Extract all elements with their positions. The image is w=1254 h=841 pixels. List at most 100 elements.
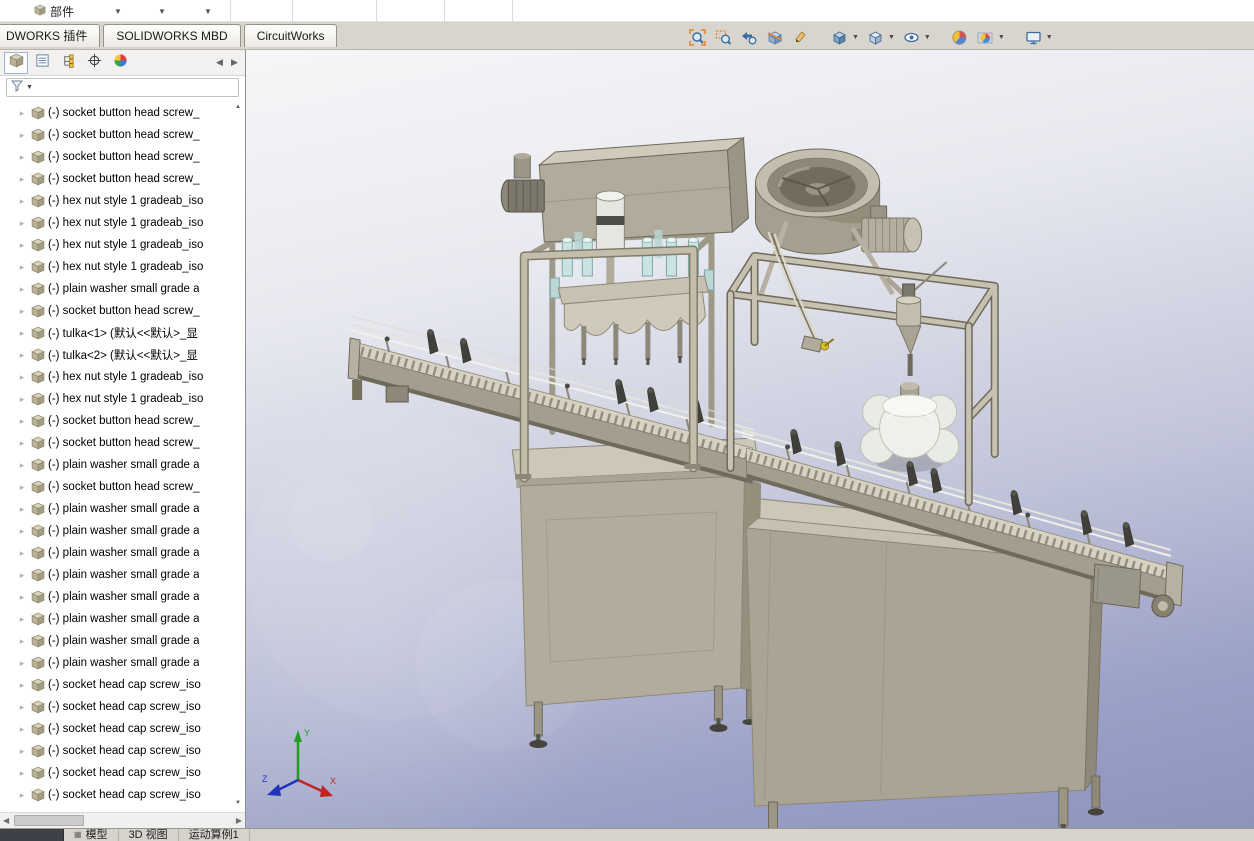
expand-arrow-icon[interactable]: ▸ <box>16 373 28 382</box>
view-settings-caret-icon[interactable]: ▼ <box>1046 34 1053 41</box>
tree-item[interactable]: ▸ (-) plain washer small grade a <box>0 608 245 630</box>
expand-arrow-icon[interactable]: ▸ <box>16 197 28 206</box>
machine-model[interactable] <box>246 50 1254 828</box>
ribbon-tab-solidworks-mbd[interactable]: SOLIDWORKS MBD <box>103 24 240 47</box>
previous-view-icon[interactable] <box>740 28 759 47</box>
graphics-area[interactable]: Y X Z <box>246 50 1254 828</box>
tree-filter-input[interactable]: ▼ <box>6 78 239 97</box>
expand-arrow-icon[interactable]: ▸ <box>16 483 28 492</box>
pump-head[interactable] <box>861 382 959 472</box>
tree-item[interactable]: ▸ (-) socket head cap screw_iso <box>0 696 245 718</box>
panel-tabs-left-arrow[interactable]: ◀ <box>213 57 226 68</box>
view-settings-icon[interactable] <box>1024 28 1043 47</box>
ribbon-tab-circuitworks[interactable]: CircuitWorks <box>244 24 338 47</box>
tree-item[interactable]: ▸ (-) hex nut style 1 gradeab_iso <box>0 366 245 388</box>
expand-arrow-icon[interactable]: ▸ <box>16 285 28 294</box>
tab-model[interactable]: ▦ 模型 <box>64 829 119 841</box>
expand-arrow-icon[interactable]: ▸ <box>16 571 28 580</box>
expand-arrow-icon[interactable]: ▸ <box>16 615 28 624</box>
tree-scroll-down-icon[interactable]: ▼ <box>235 800 241 806</box>
expand-arrow-icon[interactable]: ▸ <box>16 791 28 800</box>
tree-item[interactable]: ▸ (-) socket button head screw_ <box>0 102 245 124</box>
filling-head-box[interactable] <box>539 138 748 242</box>
apply-scene-caret-icon[interactable]: ▼ <box>998 34 1005 41</box>
tree-horizontal-scrollbar[interactable]: ◀ ▶ <box>0 812 245 828</box>
expand-arrow-icon[interactable]: ▸ <box>16 461 28 470</box>
tab-featuremanager[interactable] <box>4 52 28 74</box>
expand-arrow-icon[interactable]: ▸ <box>16 219 28 228</box>
tree-item[interactable]: ▸ (-) plain washer small grade a <box>0 630 245 652</box>
tree-item[interactable]: ▸ (-) socket button head screw_ <box>0 410 245 432</box>
expand-arrow-icon[interactable]: ▸ <box>16 527 28 536</box>
display-style-icon[interactable] <box>866 28 885 47</box>
capping-frame[interactable] <box>730 256 994 454</box>
hide-show-items-icon[interactable] <box>902 28 921 47</box>
expand-arrow-icon[interactable]: ▸ <box>16 241 28 250</box>
expand-arrow-icon[interactable]: ▸ <box>16 175 28 184</box>
filter-dropdown-caret-icon[interactable]: ▼ <box>26 84 33 91</box>
tree-item[interactable]: ▸ (-) socket button head screw_ <box>0 476 245 498</box>
expand-arrow-icon[interactable]: ▸ <box>16 593 28 602</box>
motionmanager-toggle[interactable] <box>0 829 64 841</box>
expand-arrow-icon[interactable]: ▸ <box>16 131 28 140</box>
tree-item[interactable]: ▸ (-) hex nut style 1 gradeab_iso <box>0 234 245 256</box>
scroll-left-arrow-icon[interactable]: ◀ <box>3 816 9 825</box>
tree-item[interactable]: ▸ (-) plain washer small grade a <box>0 542 245 564</box>
expand-arrow-icon[interactable]: ▸ <box>16 769 28 778</box>
tree-item[interactable]: ▸ (-) socket button head screw_ <box>0 124 245 146</box>
view-orientation-icon[interactable] <box>830 28 849 47</box>
expand-arrow-icon[interactable]: ▸ <box>16 417 28 426</box>
toolbar-dropdown-caret-icon[interactable]: ▼ <box>114 7 122 16</box>
tree-item[interactable]: ▸ (-) socket head cap screw_iso <box>0 740 245 762</box>
panel-tabs-right-arrow[interactable]: ▶ <box>228 57 241 68</box>
tree-item[interactable]: ▸ (-) socket button head screw_ <box>0 168 245 190</box>
tree-item[interactable]: ▸ (-) hex nut style 1 gradeab_iso <box>0 212 245 234</box>
tree-item[interactable]: ▸ (-) socket head cap screw_iso <box>0 784 245 806</box>
box-side-motor[interactable] <box>501 153 544 212</box>
apply-scene-icon[interactable] <box>976 28 995 47</box>
component-button[interactable]: 部件 <box>34 3 74 20</box>
zoom-fit-icon[interactable] <box>688 28 707 47</box>
tree-item[interactable]: ▸ (-) tulka<2> (默认<<默认>_显 <box>0 344 245 366</box>
expand-arrow-icon[interactable]: ▸ <box>16 263 28 272</box>
section-view-icon[interactable] <box>766 28 785 47</box>
edit-appearance-icon[interactable] <box>950 28 969 47</box>
tab-dimxpertmanager[interactable] <box>82 52 106 74</box>
scroll-right-arrow-icon[interactable]: ▶ <box>236 816 242 825</box>
scrollbar-thumb[interactable] <box>14 815 84 826</box>
tree-item[interactable]: ▸ (-) socket head cap screw_iso <box>0 674 245 696</box>
expand-arrow-icon[interactable]: ▸ <box>16 659 28 668</box>
tab-3d-views[interactable]: 3D 视图 <box>119 829 179 841</box>
tab-propertymanager[interactable] <box>30 52 54 74</box>
tree-item[interactable]: ▸ (-) socket head cap screw_iso <box>0 762 245 784</box>
tree-item[interactable]: ▸ (-) plain washer small grade a <box>0 586 245 608</box>
expand-arrow-icon[interactable]: ▸ <box>16 637 28 646</box>
expand-arrow-icon[interactable]: ▸ <box>16 439 28 448</box>
toolbar-dropdown-caret-icon[interactable]: ▼ <box>158 7 166 16</box>
tree-scroll-up-icon[interactable]: ▲ <box>235 104 241 110</box>
tree-item[interactable]: ▸ (-) socket button head screw_ <box>0 432 245 454</box>
tree-item[interactable]: ▸ (-) plain washer small grade a <box>0 278 245 300</box>
tree-item[interactable]: ▸ (-) plain washer small grade a <box>0 564 245 586</box>
zoom-area-icon[interactable] <box>714 28 733 47</box>
expand-arrow-icon[interactable]: ▸ <box>16 747 28 756</box>
tree-item[interactable]: ▸ (-) socket head cap screw_iso <box>0 718 245 740</box>
tree-item[interactable]: ▸ (-) tulka<1> (默认<<默认>_显 <box>0 322 245 344</box>
tree-item[interactable]: ▸ (-) plain washer small grade a <box>0 454 245 476</box>
tab-configurationmanager[interactable] <box>56 52 80 74</box>
expand-arrow-icon[interactable]: ▸ <box>16 351 28 360</box>
expand-arrow-icon[interactable]: ▸ <box>16 505 28 514</box>
tree-item[interactable]: ▸ (-) plain washer small grade a <box>0 498 245 520</box>
tree-item[interactable]: ▸ (-) hex nut style 1 gradeab_iso <box>0 388 245 410</box>
toolbar-dropdown-caret-icon[interactable]: ▼ <box>204 7 212 16</box>
expand-arrow-icon[interactable]: ▸ <box>16 307 28 316</box>
expand-arrow-icon[interactable]: ▸ <box>16 703 28 712</box>
tree-item[interactable]: ▸ (-) hex nut style 1 gradeab_iso <box>0 256 245 278</box>
expand-arrow-icon[interactable]: ▸ <box>16 109 28 118</box>
expand-arrow-icon[interactable]: ▸ <box>16 395 28 404</box>
expand-arrow-icon[interactable]: ▸ <box>16 549 28 558</box>
view-orientation-caret-icon[interactable]: ▼ <box>852 34 859 41</box>
display-style-caret-icon[interactable]: ▼ <box>888 34 895 41</box>
expand-arrow-icon[interactable]: ▸ <box>16 329 28 338</box>
tree-item[interactable]: ▸ (-) hex nut style 1 gradeab_iso <box>0 190 245 212</box>
